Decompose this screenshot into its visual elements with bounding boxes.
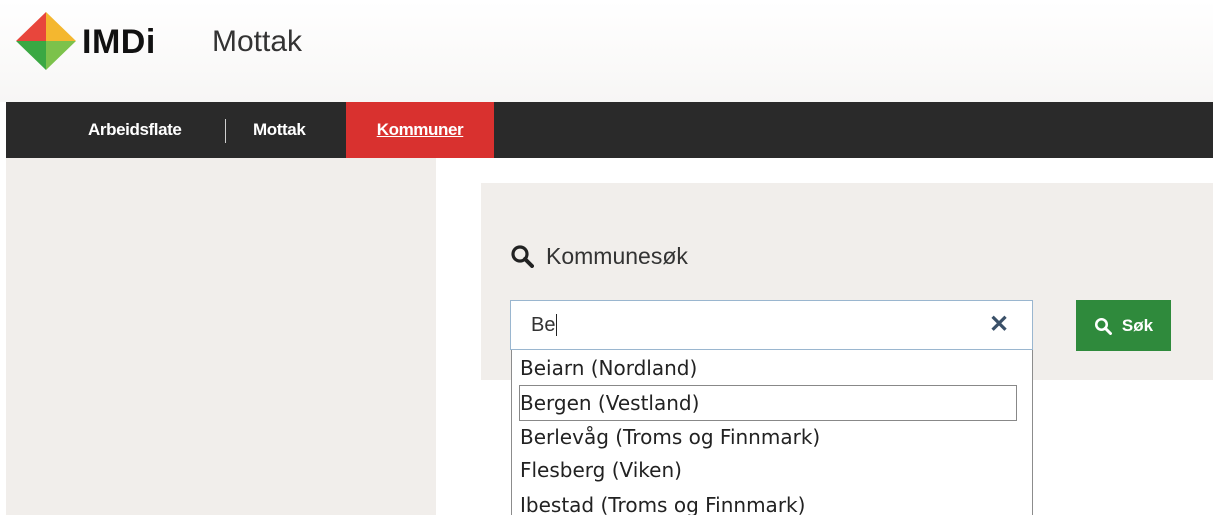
- suggestion-item[interactable]: Flesberg (Viken): [520, 453, 682, 487]
- suggestion-item[interactable]: Ibestad (Troms og Finnmark): [520, 488, 805, 515]
- imdi-logo[interactable]: [16, 12, 76, 70]
- main-nav: Arbeidsflate Mottak Kommuner: [6, 102, 1213, 158]
- search-input[interactable]: Be ✕: [510, 300, 1033, 350]
- brand-name: IMDi: [82, 23, 156, 61]
- left-panel: [6, 158, 436, 515]
- nav-item-mottak[interactable]: Mottak: [253, 102, 306, 158]
- nav-divider: [225, 119, 226, 143]
- app-title: Mottak: [212, 25, 303, 58]
- search-input-value: Be: [531, 314, 558, 336]
- suggestion-item[interactable]: Beiarn (Nordland): [520, 351, 697, 385]
- nav-item-arbeidsflate[interactable]: Arbeidsflate: [88, 102, 182, 158]
- search-icon: [511, 245, 534, 268]
- search-icon: [1094, 317, 1112, 335]
- close-icon[interactable]: ✕: [989, 313, 1009, 337]
- search-button-label: Søk: [1121, 315, 1154, 335]
- suggestion-item-highlighted[interactable]: Bergen (Vestland): [519, 385, 1017, 421]
- search-button[interactable]: Søk: [1076, 300, 1171, 351]
- search-heading-label: Kommunesøk: [546, 242, 688, 269]
- search-heading: Kommunesøk: [510, 241, 688, 271]
- nav-item-kommuner[interactable]: Kommuner: [346, 102, 494, 158]
- suggestion-item[interactable]: Berlevåg (Troms og Finnmark): [520, 420, 820, 454]
- app-header: IMDi Mottak: [0, 0, 1213, 102]
- suggestion-list: Beiarn (Nordland) Bergen (Vestland) Berl…: [511, 350, 1033, 515]
